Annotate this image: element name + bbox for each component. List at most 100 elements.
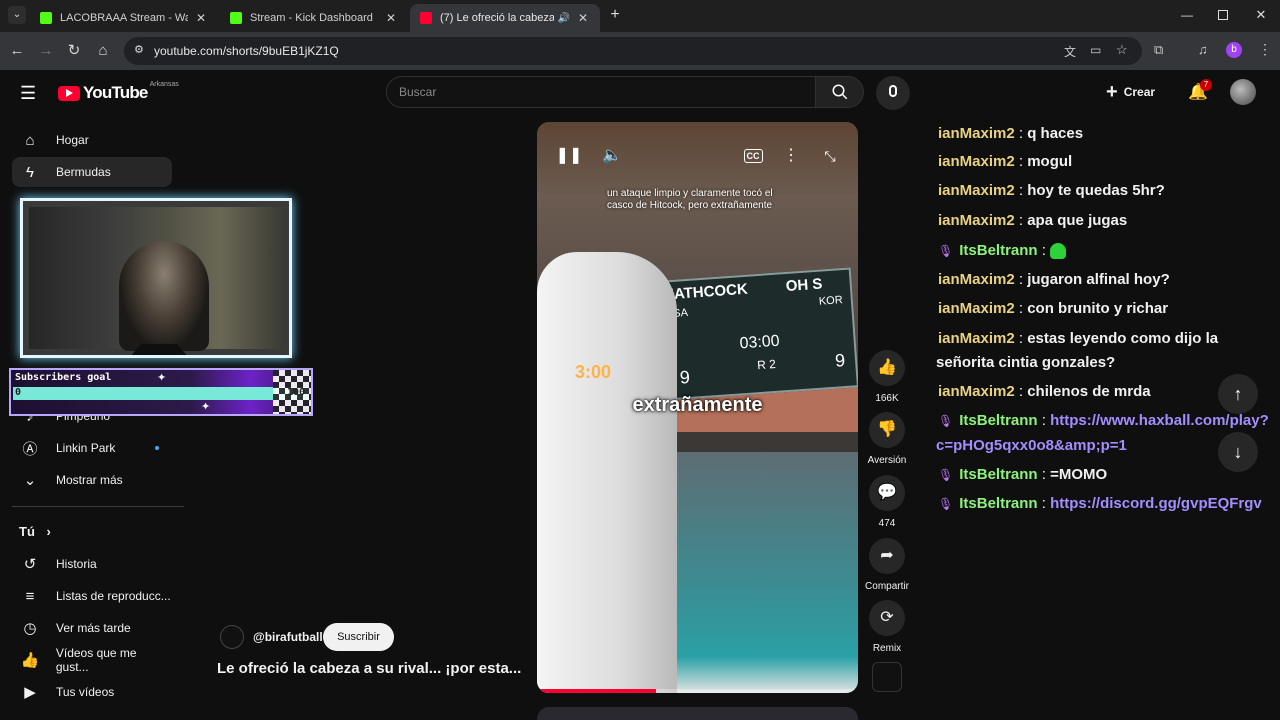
chat-link[interactable]: https://discord.gg/gvpEQFrgv [1050, 495, 1262, 512]
shorts-video-player[interactable]: EATHCOCK OH S USA KOR 03:00 9 R 2 9 3:00… [537, 122, 858, 693]
home-icon[interactable]: ⌂ [92, 40, 114, 62]
chat-username: ianMaxim2 [938, 212, 1015, 229]
shorts-icon: ϟ [26, 163, 34, 181]
caption-small: un ataque limpio y claramente tocó el ca… [607, 188, 773, 211]
comments-button[interactable]: 💬 474 [862, 475, 912, 529]
sidebar-item-playlists[interactable]: ≡ Listas de reproducc... [12, 581, 172, 611]
sidebar-item-label: Historia [56, 557, 97, 571]
forward-icon[interactable]: → [35, 40, 57, 62]
address-bar[interactable]: ⚙ youtube.com/shorts/9buEB1jKZ1Q 文 ▭ ☆ [124, 37, 1142, 65]
chat-link[interactable]: https://www.haxball.com/play? [1050, 412, 1269, 429]
create-button[interactable]: + Crear [1106, 80, 1155, 104]
account-avatar[interactable] [1230, 79, 1256, 105]
captions-button[interactable]: CC [739, 142, 767, 170]
tab-kick-dashboard[interactable]: Stream - Kick Dashboard ✕ [220, 4, 408, 32]
sidebar-item-label: Hogar [56, 133, 89, 147]
sidebar-item-history[interactable]: ↺ Historia [12, 549, 172, 579]
chevron-right-icon: › [46, 524, 51, 539]
chat-message: ianMaxim2 : estas leyendo como dijo la [938, 330, 1219, 347]
more-options-icon[interactable]: ⋮ [777, 142, 805, 170]
site-info-icon[interactable]: ⚙ [134, 43, 144, 56]
fencer-figure [537, 252, 677, 693]
share-button[interactable]: ➦ Compartir [862, 538, 912, 592]
close-tab-icon[interactable]: ✕ [194, 11, 208, 25]
remix-button[interactable]: ⟳ Remix [862, 600, 912, 654]
voice-search-button[interactable] [876, 76, 910, 110]
video-title[interactable]: Le ofreció la cabeza a su rival... ¡por … [217, 660, 521, 677]
fullscreen-icon[interactable]: ⤡ [816, 142, 844, 170]
bookmark-star-icon[interactable]: ☆ [1116, 42, 1128, 58]
reload-icon[interactable]: ↻ [63, 40, 85, 62]
like-button[interactable]: 👍 166K [862, 350, 912, 404]
sidebar-item-liked-videos[interactable]: 👍 Vídeos que me gust... [12, 645, 172, 675]
chat-username: ianMaxim2 [938, 125, 1015, 142]
extensions-icon[interactable]: ⧉ [1154, 42, 1163, 58]
scoreboard: EATHCOCK OH S USA KOR 03:00 9 R 2 9 [659, 267, 858, 401]
chat-username: ianMaxim2 [938, 330, 1015, 347]
scoreboard-left-score: 9 [679, 366, 691, 388]
sidebar-item-home[interactable]: ⌂ Hogar [12, 125, 172, 155]
sidebar-item-shorts[interactable]: ϟ Bermudas [12, 157, 172, 187]
cast-icon[interactable]: ▭ [1090, 43, 1101, 57]
volume-button[interactable]: 🔈 [598, 142, 626, 170]
new-tab-button[interactable]: + [606, 6, 624, 24]
chat-message: 🎙 ItsBeltrann : https://www.haxball.com/p… [938, 412, 1269, 429]
close-tab-icon[interactable]: ✕ [576, 11, 590, 25]
youtube-play-icon [58, 85, 80, 101]
you-heading-label: Tú [19, 524, 35, 539]
channel-name[interactable]: @birafutball [253, 630, 323, 644]
close-window-icon[interactable]: ✕ [1254, 7, 1268, 22]
back-icon[interactable]: ← [6, 40, 28, 62]
clock-icon: ◷ [23, 620, 37, 637]
chat-username: ItsBeltrann [959, 412, 1038, 429]
chat-text: estas leyendo como dijo la [1027, 330, 1219, 347]
chat-text: con brunito y richar [1027, 300, 1169, 317]
home-icon: ⌂ [25, 131, 35, 149]
speaker-icon[interactable]: 🔊 [558, 13, 570, 24]
sound-thumbnail[interactable] [872, 662, 902, 692]
channel-avatar[interactable] [220, 625, 244, 649]
artist-icon: Ⓐ [22, 440, 38, 458]
share-icon: ➦ [869, 538, 905, 574]
scoreboard-right-name: OH S [785, 275, 823, 295]
scoreboard-left-name: EATHCOCK [663, 280, 749, 304]
search-input[interactable]: Buscar [386, 76, 816, 108]
translate-icon[interactable]: 文 [1064, 43, 1076, 60]
youtube-logo[interactable]: YouTube Arkansas [58, 80, 179, 103]
dislike-button[interactable]: 👎 Aversión [862, 412, 912, 466]
chat-message: ianMaxim2 : mogul [938, 153, 1073, 170]
sidebar-item-linkin-park[interactable]: Ⓐ Linkin Park [12, 433, 172, 463]
close-tab-icon[interactable]: ✕ [384, 11, 398, 25]
browser-menu-icon[interactable]: ⋮ [1258, 41, 1272, 58]
you-section-heading[interactable]: Tú › [19, 524, 51, 539]
video-progress-bar[interactable] [537, 689, 858, 693]
tab-youtube-short[interactable]: (7) Le ofreció la cabeza a su 🔊 ✕ [410, 4, 600, 32]
subscribe-button[interactable]: Suscribir [323, 623, 394, 651]
notification-badge: 7 [1200, 79, 1212, 91]
youtube-header: ☰ YouTube Arkansas Buscar + Crear 🔔 7 [0, 70, 1280, 118]
media-control-icon[interactable]: ♫ [1198, 42, 1208, 57]
sidebar-item-watch-later[interactable]: ◷ Ver más tarde [12, 613, 172, 643]
minimize-icon[interactable]: — [1180, 8, 1194, 22]
url-text: youtube.com/shorts/9buEB1jKZ1Q [154, 44, 339, 58]
webcam-overlay [20, 198, 292, 358]
guide-menu-icon[interactable]: ☰ [20, 83, 36, 104]
kick-favicon-icon [40, 12, 52, 24]
scoreboard-time: 03:00 [739, 332, 781, 353]
pause-button[interactable]: ❚❚ [555, 142, 583, 170]
thumbs-up-icon: 👍 [869, 350, 905, 386]
sidebar-item-show-more[interactable]: ⌄ Mostrar más [12, 465, 172, 495]
chat-username: ianMaxim2 [938, 182, 1015, 199]
search-button[interactable] [816, 76, 864, 108]
sidebar-item-your-videos[interactable]: ▶ Tus vídeos [12, 677, 172, 707]
tab-kick-stream[interactable]: LACOBRAAA Stream - Watch Li ✕ [30, 4, 218, 32]
next-short-button[interactable]: ↓ [1218, 432, 1258, 472]
region-code: Arkansas [149, 80, 179, 88]
restore-icon[interactable] [1218, 10, 1228, 20]
tab-list-button[interactable]: ⌄ [8, 6, 26, 24]
profile-avatar[interactable]: b [1226, 42, 1242, 58]
microphone-badge-icon: 🎙 [938, 468, 954, 482]
previous-short-button[interactable]: ↑ [1218, 374, 1258, 414]
chat-link[interactable]: c=pHOg5qxx0o8&amp;p=1 [936, 437, 1127, 454]
notifications-button[interactable]: 🔔 7 [1188, 79, 1212, 102]
